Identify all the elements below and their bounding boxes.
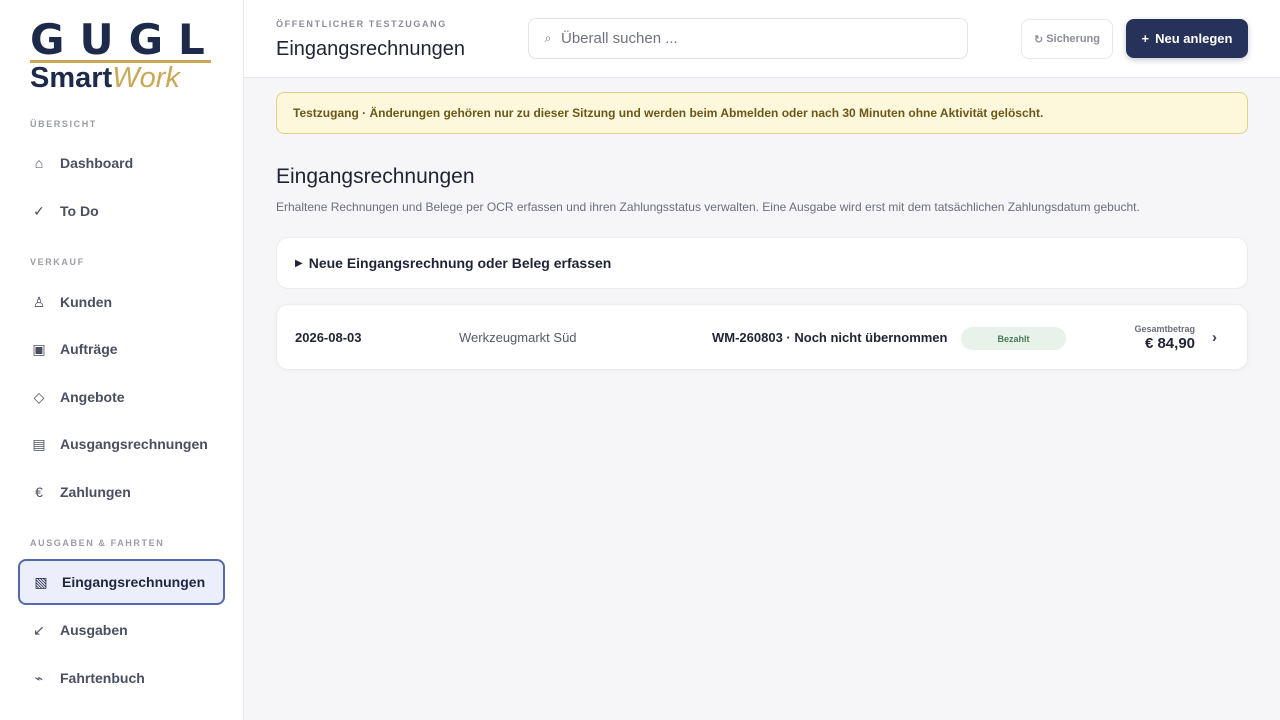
sidebar-item-ausgaben[interactable]: ↙ Ausgaben — [18, 607, 225, 653]
header-eyebrow: ÖFFENTLICHER TESTZUGANG — [276, 19, 447, 29]
sidebar-item-eingangsrechnungen[interactable]: ▧ Eingangsrechnungen — [18, 559, 225, 605]
invoice-total: € 84,90 — [1144, 335, 1195, 352]
plus-icon: + — [1141, 31, 1150, 46]
search-input[interactable] — [561, 30, 941, 47]
new-invoice-expander[interactable]: ▶ Neue Eingangsrechnung oder Beleg erfas… — [276, 237, 1248, 289]
new-button[interactable]: + Neu anlegen — [1126, 19, 1248, 58]
user-icon: ♙ — [32, 293, 46, 310]
route-icon: ⌁ — [34, 669, 44, 686]
sidebar-item-label: Eingangsrechnungen — [62, 574, 206, 590]
orders-icon: ▣ — [32, 340, 46, 357]
header-title: Eingangsrechnungen — [276, 38, 466, 60]
backup-button[interactable]: ↻ Sicherung — [1021, 19, 1113, 59]
sidebar-item-label: Kunden — [60, 294, 113, 310]
check-icon: ✓ — [33, 202, 45, 219]
arrow-down-left-icon: ↙ — [33, 621, 45, 638]
sidebar-item-angebote[interactable]: ◇ Angebote — [18, 374, 225, 420]
sidebar-item-label: Ausgangsrechnungen — [60, 436, 208, 452]
new-invoice-expander-label: Neue Eingangsrechnung oder Beleg erfasse… — [308, 255, 612, 271]
brand-logo-smart: Smart — [30, 62, 113, 94]
invoice-in-icon: ▧ — [34, 573, 48, 590]
brand-logo-bottom: SmartWork — [30, 63, 214, 93]
sidebar-item-kunden[interactable]: ♙ Kunden — [18, 279, 225, 325]
section-label-sales: VERKAUF — [30, 257, 85, 267]
chevron-right-icon[interactable]: › — [1212, 329, 1217, 346]
search-icon: ⌕ — [544, 31, 552, 45]
backup-button-label: Sicherung — [1046, 33, 1100, 45]
sidebar-item-label: Fahrtenbuch — [60, 670, 145, 686]
section-label-expenses: AUSGABEN & FAHRTEN — [30, 538, 165, 548]
sidebar-item-ausgangsrechnungen[interactable]: ▤ Ausgangsrechnungen — [18, 421, 225, 467]
section-label-overview: ÜBERSICHT — [30, 119, 97, 129]
triangle-right-icon: ▶ — [295, 257, 303, 269]
diamond-icon: ◇ — [33, 388, 45, 405]
invoice-reference: WM-260803 · Noch nicht übernommen — [712, 330, 948, 345]
sidebar-item-label: Zahlungen — [60, 484, 131, 500]
sidebar-item-label: Angebote — [60, 389, 125, 405]
euro-icon: € — [35, 484, 43, 500]
invoice-vendor: Werkzeugmarkt Süd — [459, 330, 577, 345]
invoice-date: 2026-08-03 — [295, 330, 362, 345]
new-button-label: Neu anlegen — [1155, 31, 1233, 46]
page-title: Eingangsrechnungen — [276, 165, 475, 188]
sidebar-item-auftraege[interactable]: ▣ Aufträge — [18, 326, 225, 372]
sidebar-item-dashboard[interactable]: ⌂ Dashboard — [18, 140, 225, 186]
sidebar: GUGL SmartWork ÜBERSICHT ⌂ Dashboard ✓ T… — [0, 0, 244, 720]
refresh-icon: ↻ — [1033, 33, 1044, 46]
sidebar-item-label: Ausgaben — [60, 622, 128, 638]
brand-logo[interactable]: GUGL SmartWork — [30, 15, 220, 95]
brand-logo-top: GUGL — [30, 15, 220, 64]
home-icon: ⌂ — [34, 155, 44, 171]
sidebar-item-label: To Do — [60, 203, 99, 219]
top-header: ÖFFENTLICHER TESTZUGANG Eingangsrechnung… — [244, 0, 1280, 78]
sidebar-item-label: Dashboard — [60, 155, 134, 171]
status-badge: Bezahlt — [961, 327, 1066, 350]
page-subtitle: Erhaltene Rechnungen und Belege per OCR … — [276, 200, 1140, 214]
sidebar-item-todo[interactable]: ✓ To Do — [18, 188, 225, 234]
sidebar-item-label: Aufträge — [60, 341, 118, 357]
invoice-out-icon: ▤ — [32, 435, 46, 452]
brand-logo-work: Work — [112, 62, 180, 94]
global-search[interactable]: ⌕ — [528, 18, 968, 59]
test-access-banner: Testzugang · Änderungen gehören nur zu d… — [276, 92, 1248, 134]
sidebar-item-zahlungen[interactable]: € Zahlungen — [18, 469, 225, 515]
sidebar-item-fahrtenbuch[interactable]: ⌁ Fahrtenbuch — [18, 655, 225, 701]
invoice-total-label: Gesamtbetrag — [1134, 324, 1195, 334]
invoice-row[interactable]: 2026-08-03 Werkzeugmarkt Süd WM-260803 ·… — [276, 304, 1248, 370]
